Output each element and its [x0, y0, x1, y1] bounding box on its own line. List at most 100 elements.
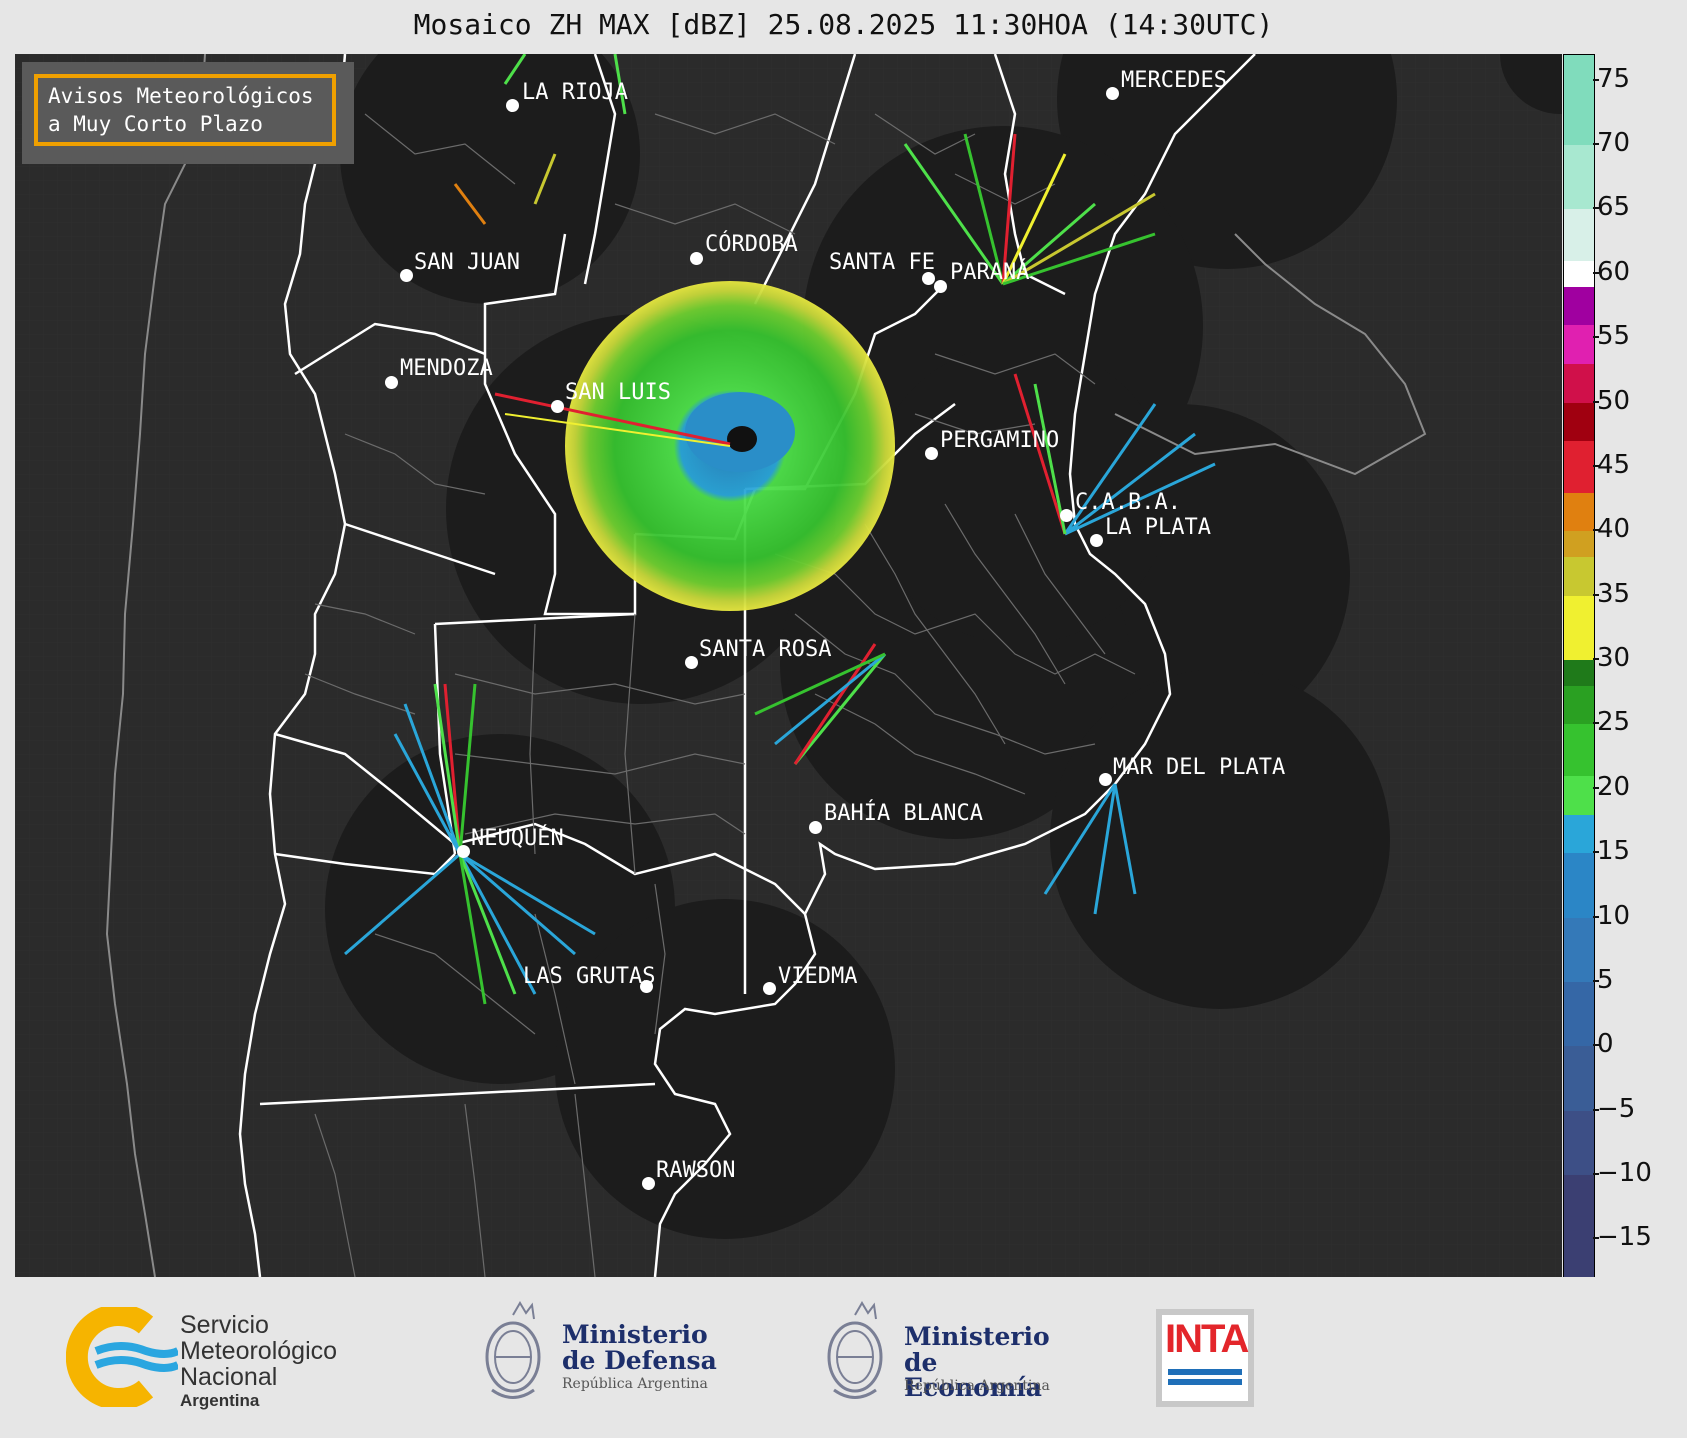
national-shield-icon: [485, 1301, 541, 1399]
notice-line-2: a Muy Corto Plazo: [48, 112, 263, 136]
colorbar-segment: [1564, 660, 1594, 686]
colorbar-segment: [1564, 55, 1594, 146]
defensa-line-2: de Defensa: [562, 1346, 717, 1375]
inta-logo[interactable]: INTA: [1156, 1309, 1254, 1407]
smn-line-2: Meteorológico: [180, 1337, 338, 1365]
colorbar-segment: [1564, 1110, 1594, 1175]
defensa-line-1: Ministerio: [562, 1320, 708, 1349]
inta-wordmark: INTA: [1165, 1317, 1249, 1361]
colorbar-segment: [1564, 981, 1594, 1047]
colorbar-tick-label: 0: [1593, 1029, 1614, 1060]
city-marker[interactable]: [1090, 534, 1103, 547]
city-label-viedma: VIEDMA: [778, 964, 858, 989]
city-label-mendoza: MENDOZA: [400, 356, 493, 381]
colorbar-segment: [1564, 1046, 1594, 1111]
colorbar-segment: [1564, 209, 1594, 261]
city-label-mar-del-plata: MAR DEL PLATA: [1113, 755, 1286, 780]
colorbar-tick-label: 25: [1592, 707, 1631, 738]
colorbar-segment: [1564, 492, 1594, 532]
colorbar-tick-label: −10: [1593, 1158, 1652, 1188]
colorbar: [1563, 54, 1595, 1278]
city-label-la-rioja: LA RIOJA: [522, 80, 628, 105]
colorbar-tick-label: 5: [1593, 964, 1614, 995]
notice-line-1: Avisos Meteorológicos: [48, 84, 314, 108]
city-marker[interactable]: [690, 252, 703, 265]
city-label-san-luis: SAN LUIS: [565, 380, 671, 405]
city-marker[interactable]: [642, 1177, 655, 1190]
footer: Servicio Meteorológico Nacional Argentin…: [0, 1277, 1687, 1438]
radar-map[interactable]: LA RIOJA MERCEDES CÓRDOBA SAN JUAN SANTA…: [15, 54, 1562, 1277]
city-marker[interactable]: [925, 447, 938, 460]
national-shield-icon: [827, 1301, 883, 1399]
colorbar-tick-label: 50: [1592, 385, 1631, 416]
city-marker[interactable]: [763, 982, 776, 995]
colorbar-segment: [1564, 775, 1594, 815]
colorbar-segment: [1564, 363, 1594, 403]
city-marker[interactable]: [1099, 773, 1112, 786]
city-marker[interactable]: [400, 269, 413, 282]
city-label-santa-rosa: SANTA ROSA: [699, 637, 832, 662]
city-label-parana: PARANÁ: [950, 260, 1030, 285]
notice-frame: Avisos Meteorológicos a Muy Corto Plazo: [34, 74, 336, 146]
city-label-neuquen: NEUQUÉN: [471, 826, 564, 851]
city-marker[interactable]: [457, 845, 470, 858]
colorbar-tick-label: 40: [1592, 514, 1631, 545]
ministerio-defensa-logo[interactable]: Ministerio de Defensa República Argentin…: [480, 1295, 720, 1415]
city-label-las-grutas: LAS GRUTAS: [523, 964, 656, 989]
colorbar-segment: [1564, 441, 1594, 493]
smn-line-1: Servicio: [180, 1311, 269, 1339]
city-marker[interactable]: [385, 376, 398, 389]
city-marker[interactable]: [1060, 509, 1073, 522]
inta-stripe: [1168, 1369, 1242, 1375]
colorbar-tick-label: 45: [1592, 449, 1631, 480]
colorbar-tick-label: 20: [1592, 771, 1631, 802]
colorbar-tick-label: −5: [1592, 1093, 1636, 1124]
colorbar-tick-label: 60: [1592, 256, 1631, 287]
ministerio-economia-logo[interactable]: Ministerio de Economía República Argenti…: [822, 1295, 1082, 1415]
economia-line-1: Ministerio: [904, 1322, 1050, 1351]
colorbar-segment: [1564, 286, 1594, 326]
colorbar-segment: [1564, 145, 1594, 210]
smn-emblem-icon: [65, 1304, 180, 1410]
colorbar-segment: [1564, 853, 1594, 918]
notice-box[interactable]: Avisos Meteorológicos a Muy Corto Plazo: [22, 62, 354, 164]
colorbar-tick-label: 30: [1592, 643, 1631, 674]
city-label-pergamino: PERGAMINO: [940, 428, 1060, 453]
city-label-mercedes: MERCEDES: [1121, 68, 1227, 93]
colorbar-segment: [1564, 814, 1594, 854]
city-label-caba: C.A.B.A.: [1075, 490, 1181, 515]
city-label-san-juan: SAN JUAN: [414, 250, 520, 275]
smn-line-3: Nacional: [180, 1363, 278, 1391]
economia-line-3: República Argentina: [904, 1378, 1050, 1394]
city-marker[interactable]: [934, 280, 947, 293]
city-marker[interactable]: [551, 400, 564, 413]
map-title: Mosaico ZH MAX [dBZ] 25.08.2025 11:30HOA…: [413, 8, 1274, 41]
city-marker[interactable]: [809, 821, 822, 834]
defensa-line-3: República Argentina: [562, 1376, 708, 1392]
colorbar-segment: [1564, 325, 1594, 364]
city-marker[interactable]: [506, 99, 519, 112]
colorbar-segment: [1564, 685, 1594, 725]
colorbar-segment: [1564, 1175, 1594, 1278]
city-marker[interactable]: [685, 656, 698, 669]
city-label-cordoba: CÓRDOBA: [705, 232, 798, 257]
city-label-rawson: RAWSON: [656, 1158, 736, 1183]
colorbar-tick-label: 70: [1592, 128, 1631, 159]
colorbar-tick-label: 65: [1592, 192, 1631, 223]
colorbar-tick-label: −15: [1593, 1222, 1652, 1253]
colorbar-tick-label: 10: [1592, 900, 1631, 931]
colorbar-segment: [1564, 557, 1594, 596]
colorbar-segment: [1564, 402, 1594, 442]
colorbar-tick-label: 15: [1592, 836, 1631, 867]
city-label-santa-fe: SANTA FE: [829, 250, 935, 275]
colorbar-segment: [1564, 531, 1594, 558]
colorbar-segment: [1564, 260, 1594, 287]
smn-logo[interactable]: Servicio Meteorológico Nacional Argentin…: [65, 1304, 366, 1410]
city-label-la-plata: LA PLATA: [1105, 515, 1211, 540]
colorbar-tick-label: 35: [1592, 578, 1631, 609]
city-label-bahia-blanca: BAHÍA BLANCA: [824, 801, 983, 826]
city-marker[interactable]: [1106, 87, 1119, 100]
colorbar-tick-label: 55: [1592, 321, 1631, 352]
colorbar-tick-label: 75: [1592, 63, 1631, 94]
colorbar-segment: [1564, 595, 1594, 661]
